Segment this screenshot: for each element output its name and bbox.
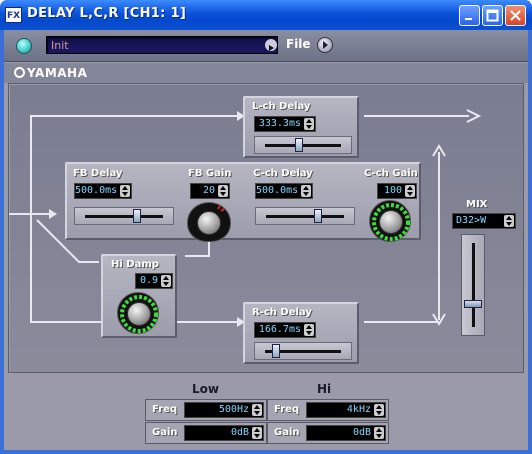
- maximize-icon: [486, 9, 499, 22]
- hi-damp-value[interactable]: 0.9: [135, 273, 173, 289]
- mix-label: MIX: [466, 199, 488, 210]
- library-bar: Init File: [4, 30, 528, 62]
- fb-cch-block: FB Delay 500.0ms FB Gain 20 C-ch Delay 5…: [65, 162, 421, 242]
- minimize-button[interactable]: [459, 5, 480, 26]
- cch-gain-label: C-ch Gain: [364, 168, 418, 179]
- mix-select-value: D32>W: [456, 215, 487, 226]
- rch-delay-value[interactable]: 166.7ms: [254, 322, 316, 338]
- library-icon[interactable]: [16, 38, 32, 54]
- cch-delay-spin-icon[interactable]: [301, 185, 311, 197]
- hi-damp-block: Hi Damp 0.9: [101, 254, 177, 338]
- window-title: DELAY L,C,R [CH1: 1]: [27, 6, 187, 21]
- fb-delay-spin-icon[interactable]: [120, 185, 130, 197]
- eq-hi-freq-text: 4kHz: [346, 404, 371, 415]
- hi-damp-label: Hi Damp: [111, 259, 159, 270]
- minimize-icon: [465, 18, 472, 20]
- effect-panel: L-ch Delay 333.3ms FB Delay 500.0ms FB G…: [8, 83, 524, 373]
- fb-gain-value-text: 20: [202, 185, 215, 196]
- fb-delay-slider-thumb[interactable]: [132, 209, 141, 223]
- lch-delay-block: L-ch Delay 333.3ms: [243, 96, 359, 158]
- fb-gain-label: FB Gain: [188, 168, 232, 179]
- fb-gain-spin-icon[interactable]: [218, 185, 228, 197]
- rch-delay-spin-icon[interactable]: [304, 324, 314, 336]
- file-label: File: [286, 37, 311, 51]
- mix-spin-icon[interactable]: [504, 215, 514, 227]
- tuning-fork-logo-icon: [14, 67, 25, 78]
- eq-hi-gain-label: Gain: [274, 427, 300, 438]
- fb-delay-label: FB Delay: [73, 168, 123, 179]
- fb-delay-slider[interactable]: [74, 207, 174, 225]
- rch-delay-block: R-ch Delay 166.7ms: [243, 302, 359, 364]
- fb-delay-value[interactable]: 500.0ms: [74, 183, 132, 199]
- hi-damp-value-text: 0.9: [139, 275, 158, 286]
- cch-delay-label: C-ch Delay: [253, 168, 313, 179]
- fb-gain-value[interactable]: 20: [190, 183, 230, 199]
- preset-menu-arrow-icon[interactable]: [265, 39, 277, 51]
- eq-low-gain-spin-icon[interactable]: [252, 427, 262, 439]
- eq-low-gain-row: Gain 0dB: [145, 422, 267, 444]
- title-bar[interactable]: FX DELAY L,C,R [CH1: 1]: [0, 0, 532, 30]
- eq-hi-gain-value[interactable]: 0dB: [306, 425, 386, 441]
- fb-gain-knob[interactable]: [187, 202, 231, 242]
- rch-delay-slider-thumb[interactable]: [271, 344, 280, 358]
- cch-delay-slider[interactable]: [255, 207, 355, 225]
- eq-section: Low Hi Freq 500Hz Gain 0dB Freq 4kHz Gai…: [4, 375, 528, 450]
- close-button[interactable]: [505, 5, 526, 26]
- eq-hi-freq-label: Freq: [274, 404, 300, 415]
- cch-gain-knob[interactable]: [369, 200, 411, 242]
- brand-strip: YAMAHA: [4, 63, 528, 83]
- eq-low-freq-label: Freq: [152, 404, 178, 415]
- rch-delay-value-text: 166.7ms: [258, 324, 301, 335]
- rch-delay-slider[interactable]: [254, 342, 352, 360]
- eq-low-gain-text: 0dB: [230, 427, 249, 438]
- eq-hi-heading: Hi: [317, 382, 332, 396]
- preset-name-box[interactable]: Init: [46, 36, 278, 54]
- cch-delay-slider-thumb[interactable]: [313, 209, 322, 223]
- eq-hi-gain-text: 0dB: [352, 427, 371, 438]
- eq-low-gain-label: Gain: [152, 427, 178, 438]
- lch-delay-value-text: 333.3ms: [258, 118, 301, 129]
- eq-low-freq-value[interactable]: 500Hz: [184, 402, 264, 418]
- plugin-window: FX DELAY L,C,R [CH1: 1] Init File YAMAHA…: [0, 0, 532, 454]
- lch-delay-label: L-ch Delay: [252, 101, 311, 112]
- eq-low-freq-text: 500Hz: [218, 404, 249, 415]
- hi-damp-spin-icon[interactable]: [161, 275, 171, 287]
- fb-delay-value-text: 500.0ms: [75, 185, 118, 196]
- eq-low-heading: Low: [192, 382, 219, 396]
- brand-name: YAMAHA: [27, 66, 88, 80]
- cch-delay-value-text: 500.0ms: [256, 185, 299, 196]
- file-menu-button[interactable]: [317, 37, 333, 53]
- eq-hi-freq-row: Freq 4kHz: [267, 399, 389, 421]
- lch-delay-value[interactable]: 333.3ms: [254, 116, 316, 132]
- mix-select[interactable]: D32>W: [452, 213, 516, 229]
- cch-gain-spin-icon[interactable]: [405, 185, 415, 197]
- maximize-button[interactable]: [482, 5, 503, 26]
- mix-fader-thumb[interactable]: [464, 300, 482, 309]
- eq-hi-gain-spin-icon[interactable]: [374, 427, 384, 439]
- lch-delay-slider[interactable]: [254, 136, 352, 154]
- close-icon: [510, 10, 521, 21]
- cch-gain-value-text: 100: [383, 185, 402, 196]
- eq-hi-gain-row: Gain 0dB: [267, 422, 389, 444]
- rch-delay-label: R-ch Delay: [252, 307, 312, 318]
- eq-hi-freq-value[interactable]: 4kHz: [306, 402, 386, 418]
- lch-delay-slider-thumb[interactable]: [295, 138, 304, 152]
- fx-app-icon: FX: [5, 7, 22, 23]
- play-arrow-icon: [323, 41, 328, 49]
- cch-gain-value[interactable]: 100: [377, 183, 417, 199]
- lch-delay-spin-icon[interactable]: [304, 118, 314, 130]
- cch-delay-value[interactable]: 500.0ms: [255, 183, 313, 199]
- mix-fader[interactable]: [461, 234, 485, 336]
- client-area: Init File YAMAHA L-ch Delay 333.3ms FB D…: [4, 30, 528, 450]
- eq-low-freq-spin-icon[interactable]: [252, 404, 262, 416]
- eq-low-gain-value[interactable]: 0dB: [184, 425, 264, 441]
- preset-name: Init: [51, 39, 69, 52]
- eq-hi-freq-spin-icon[interactable]: [374, 404, 384, 416]
- eq-low-freq-row: Freq 500Hz: [145, 399, 267, 421]
- yamaha-logo: YAMAHA: [14, 66, 87, 80]
- hi-damp-knob[interactable]: [117, 292, 159, 334]
